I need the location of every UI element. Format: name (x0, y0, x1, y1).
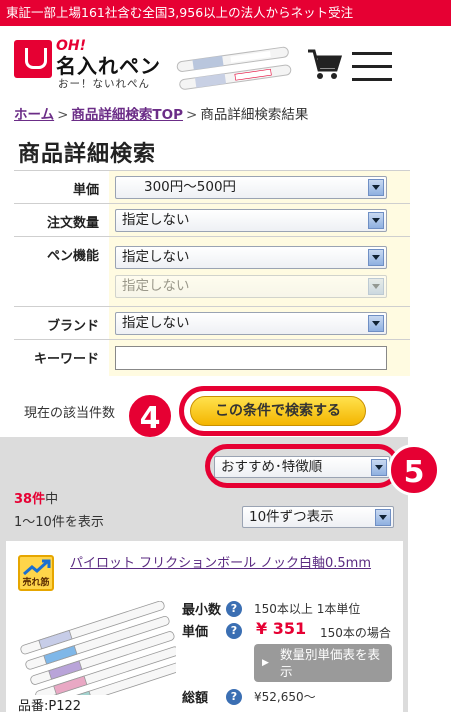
product-code: 品番:P122 (18, 699, 82, 714)
trend-label: 売れ筋 (22, 578, 50, 588)
menu-icon[interactable] (352, 52, 392, 82)
product-card: 売れ筋 パイロット フリクションボール ノック白軸0.5mm 品番:P122 最… (6, 541, 403, 714)
result-count: 38件中 (14, 488, 58, 507)
chevron-down-icon (368, 212, 384, 229)
price-value: 300円〜500円 (144, 179, 237, 195)
breadcrumb-top[interactable]: 商品詳細検索TOP (71, 107, 183, 123)
breadcrumb-sep: > (186, 107, 198, 123)
chevron-down-icon (368, 179, 384, 196)
logo-icon[interactable] (14, 40, 52, 78)
per-page-value: 10件ずつ表示 (249, 509, 334, 525)
keyword-label: キーワード (14, 339, 109, 376)
top-banner: 東証一部上場161社含む全国3,956以上の法人からネット受注 (0, 0, 451, 26)
order-qty-select[interactable]: 指定しない (115, 209, 387, 232)
page-title: 商品詳細検索 (18, 142, 157, 167)
result-count-number: 38件 (14, 492, 46, 507)
step-badge-5: 5 (388, 444, 440, 496)
order-qty-value: 指定しない (122, 212, 190, 228)
highlight-ring (179, 386, 401, 436)
price-table-button[interactable]: 数量別単価表を表示 (254, 644, 392, 682)
result-count-suffix: 中 (45, 492, 59, 507)
trend-icon: 売れ筋 (18, 555, 54, 591)
price-select[interactable]: 300円〜500円 (115, 176, 387, 199)
logo-sub: おー！ないれぺん (58, 78, 150, 90)
product-name-link[interactable]: パイロット フリクションボール ノック白軸0.5mm (70, 552, 371, 571)
pen-function-value-2: 指定しない (122, 278, 190, 294)
min-qty-value: 150本以上 1本単位 (254, 602, 361, 616)
cart-icon[interactable] (306, 46, 342, 82)
price-label: 単価 (14, 170, 109, 204)
pen-function-value: 指定しない (122, 249, 190, 265)
current-count-label: 現在の該当件数 (24, 406, 116, 421)
brand-value: 指定しない (122, 315, 190, 331)
chevron-down-icon (368, 315, 384, 332)
brand-select[interactable]: 指定しない (115, 312, 387, 335)
pen-function-select[interactable]: 指定しない (115, 246, 387, 269)
header: OH! 名入れペン おー！ないれぺん (0, 26, 451, 96)
result-range: 1〜10件を表示 (14, 515, 104, 530)
question-icon[interactable]: ? (226, 601, 242, 617)
unit-price-label: 単価 (182, 625, 209, 640)
unit-price-note: 150本の場合 (320, 626, 391, 640)
step-badge-4: 4 (126, 392, 174, 440)
search-form: 単価 300円〜500円 注文数量 指定しない ペン機能 指定しない 指定しない… (14, 170, 410, 376)
keyword-input[interactable] (115, 346, 387, 371)
pen-function-select-2: 指定しない (115, 275, 387, 298)
per-page-select[interactable]: 10件ずつ表示 (242, 506, 394, 528)
product-image[interactable] (16, 601, 176, 695)
breadcrumb-current: 商品詳細検索結果 (200, 107, 309, 123)
total-label: 総額 (182, 691, 209, 706)
breadcrumb-sep: > (57, 107, 69, 123)
highlight-ring (205, 444, 400, 488)
breadcrumb-home[interactable]: ホーム (14, 107, 54, 123)
question-icon[interactable]: ? (226, 689, 242, 705)
total-value: ¥52,650〜 (254, 690, 316, 704)
pen-function-label: ペン機能 (14, 236, 109, 307)
chevron-down-icon (368, 249, 384, 266)
chevron-down-icon (375, 509, 391, 526)
chevron-down-icon (368, 278, 384, 295)
unit-price-value: ¥ 351 (256, 619, 307, 638)
min-qty-label: 最小数 (182, 603, 222, 618)
logo-name[interactable]: 名入れペン (56, 50, 161, 79)
pens-image (176, 46, 292, 90)
brand-label: ブランド (14, 306, 109, 340)
question-icon[interactable]: ? (226, 623, 242, 639)
breadcrumb: ホーム > 商品詳細検索TOP > 商品詳細検索結果 (14, 103, 308, 123)
order-qty-label: 注文数量 (14, 203, 109, 237)
